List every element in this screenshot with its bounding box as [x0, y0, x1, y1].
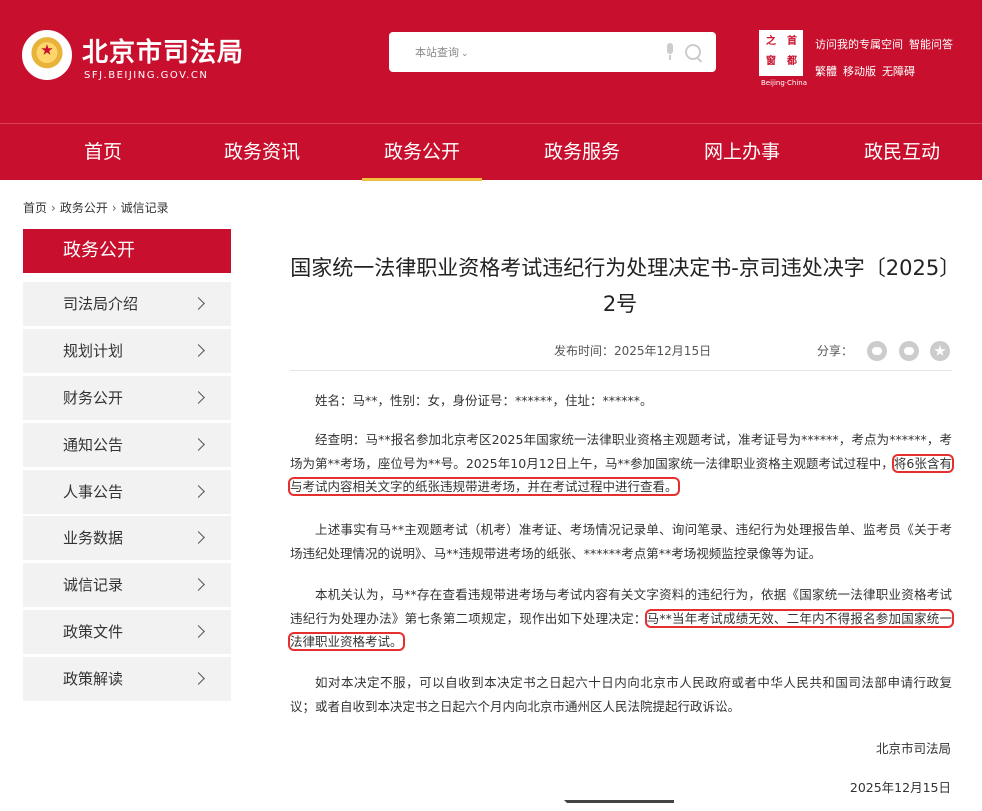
- header-links-row2: 繁體 移动版 无障碍: [815, 63, 921, 79]
- sidebar-item-label: 业务数据: [63, 529, 124, 547]
- header-links-row1: 访问我的专属空间 智能问答: [815, 36, 959, 52]
- publish-date: 发布时间：2025年12月15日: [554, 344, 712, 358]
- paragraph-personal-info: 姓名：马**，性别：女，身份证号：******，住址：******。: [315, 393, 653, 408]
- capital-window-logo[interactable]: 之 首 都 窗 Beijing·China: [759, 30, 807, 87]
- sidebar-item-label: 通知公告: [63, 436, 124, 454]
- sidebar-item-credit[interactable]: 诚信记录: [23, 563, 231, 607]
- capital-logo-char: 首: [787, 36, 797, 47]
- chevron-right-icon: [192, 438, 205, 451]
- chevron-right-icon: [192, 297, 205, 310]
- breadcrumb-home[interactable]: 首页: [23, 201, 47, 215]
- site-title[interactable]: 北京市司法局: [82, 32, 244, 69]
- breadcrumb-separator: ›: [51, 201, 56, 215]
- sidebar-item-label: 规划计划: [63, 342, 124, 360]
- sidebar-item-policy-interp[interactable]: 政策解读: [23, 657, 231, 701]
- article-title: 国家统一法律职业资格考试违纪行为处理决定书-京司违处决字〔2025〕2号: [290, 256, 950, 316]
- findings-text: 经查明：马**报名参加北京考区2025年国家统一法律职业资格主观题考试，准考证号…: [290, 432, 952, 471]
- capital-logo-char: 窗: [766, 56, 776, 67]
- wechat-share-icon[interactable]: [867, 341, 887, 361]
- chevron-right-icon: [192, 391, 205, 404]
- breadcrumb-separator: ›: [111, 201, 117, 215]
- link-mobile[interactable]: 移动版: [843, 65, 876, 78]
- search-box[interactable]: 本站查询 ⌄: [389, 32, 716, 72]
- sidebar-item-label: 诚信记录: [63, 576, 124, 594]
- cutoff-content-fragment: [564, 800, 674, 811]
- chevron-right-icon: [192, 531, 205, 544]
- share-label: 分享：: [817, 344, 854, 358]
- chevron-right-icon: [192, 578, 205, 591]
- weibo-share-icon[interactable]: [899, 341, 919, 361]
- favorite-star-icon[interactable]: [930, 341, 950, 361]
- breadcrumb: 首页 › 政务公开 › 诚信记录: [23, 199, 169, 216]
- signature-org: 北京市司法局: [875, 741, 951, 756]
- main-nav: 首页 政务资讯 政务公开 政务服务 网上办事 政民互动: [0, 123, 982, 181]
- link-accessibility[interactable]: 无障碍: [882, 65, 915, 78]
- search-icon[interactable]: [685, 44, 705, 64]
- chevron-right-icon: [192, 485, 205, 498]
- paragraph-findings: 经查明：马**报名参加北京考区2025年国家统一法律职业资格主观题考试，准考证号…: [288, 428, 954, 499]
- paragraph-appeal: 如对本决定不服，可以自收到本决定书之日起六十日内向北京市人民政府或者中华人民共和…: [290, 675, 952, 714]
- site-domain: SFJ.BEIJING.GOV.CN: [84, 70, 209, 81]
- link-personal-space[interactable]: 访问我的专属空间: [815, 38, 903, 51]
- sidebar-item-label: 政策解读: [63, 670, 124, 688]
- nav-services[interactable]: 政务服务: [522, 124, 642, 181]
- chevron-down-icon: ⌄: [461, 49, 469, 59]
- chevron-right-icon: [192, 344, 205, 357]
- nav-news[interactable]: 政务资讯: [202, 124, 322, 181]
- sidebar-item-label: 财务公开: [63, 389, 124, 407]
- capital-logo-char: 之: [766, 36, 776, 47]
- sidebar-item-bureau-intro[interactable]: 司法局介绍: [23, 282, 231, 326]
- link-traditional[interactable]: 繁體: [815, 65, 837, 78]
- paragraph-evidence: 上述事实有马**主观题考试（机考）准考证、考场情况记录单、询问笔录、违纪行为处理…: [290, 522, 952, 561]
- paragraph-decision: 本机关认为，马**存在查看违规带进考场与考试内容有关文字资料的违纪行为，依据《国…: [288, 583, 954, 654]
- search-scope-select[interactable]: 本站查询 ⌄: [415, 44, 469, 60]
- nav-home[interactable]: 首页: [43, 124, 163, 181]
- sidebar-item-policy-docs[interactable]: 政策文件: [23, 610, 231, 654]
- capital-logo-char: 都: [787, 56, 797, 67]
- sidebar-item-label: 政策文件: [63, 623, 124, 641]
- sidebar-item-notices[interactable]: 通知公告: [23, 423, 231, 467]
- sidebar-item-label: 司法局介绍: [63, 295, 139, 313]
- sidebar-item-data[interactable]: 业务数据: [23, 516, 231, 560]
- nav-gov-open[interactable]: 政务公开: [362, 124, 482, 181]
- sidebar-item-personnel[interactable]: 人事公告: [23, 470, 231, 514]
- nav-online[interactable]: 网上办事: [682, 124, 802, 181]
- sidebar-item-finance[interactable]: 财务公开: [23, 376, 231, 420]
- link-smart-qa[interactable]: 智能问答: [909, 38, 953, 51]
- microphone-icon[interactable]: [665, 43, 675, 61]
- sidebar-title: 政务公开: [23, 229, 231, 273]
- breadcrumb-current[interactable]: 诚信记录: [121, 201, 169, 215]
- capital-logo-caption: Beijing·China: [760, 79, 808, 87]
- nav-interaction[interactable]: 政民互动: [842, 124, 962, 181]
- title-divider: [290, 370, 952, 371]
- emblem-logo-icon[interactable]: [22, 30, 72, 80]
- sidebar-item-planning[interactable]: 规划计划: [23, 329, 231, 373]
- search-scope-label: 本站查询: [415, 46, 459, 59]
- site-header: 北京市司法局 SFJ.BEIJING.GOV.CN 本站查询 ⌄ 之 首 都 窗 …: [0, 0, 982, 123]
- sidebar-item-label: 人事公告: [63, 483, 124, 501]
- chevron-right-icon: [192, 625, 205, 638]
- chevron-right-icon: [192, 672, 205, 685]
- breadcrumb-gov-open[interactable]: 政务公开: [60, 201, 108, 215]
- signature-date: 2025年12月15日: [849, 780, 951, 795]
